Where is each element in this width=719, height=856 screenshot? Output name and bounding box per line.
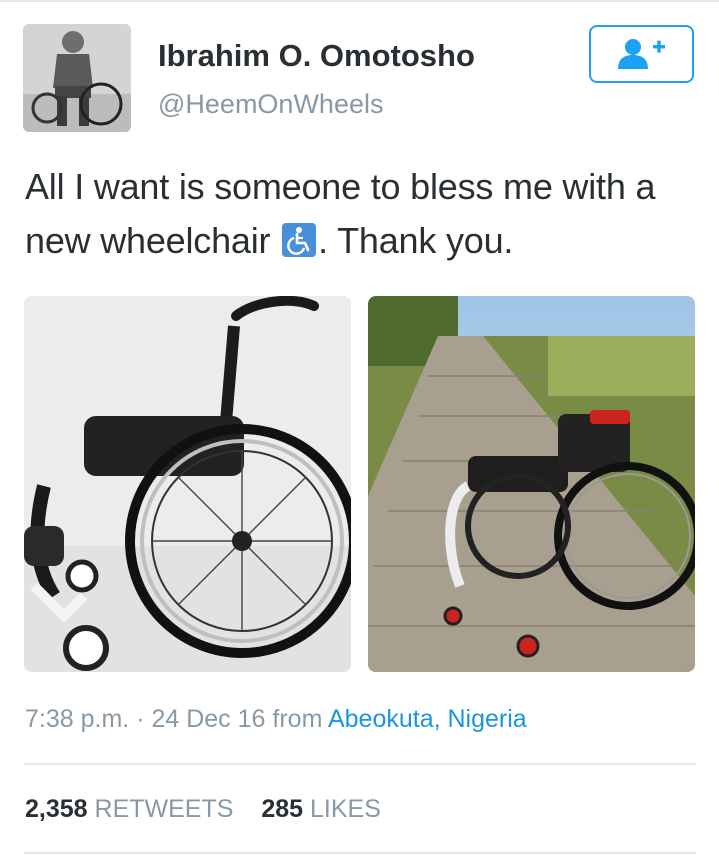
meta-separator: ·	[136, 705, 145, 733]
user-handle[interactable]: @HeemOnWheels	[158, 89, 383, 120]
likes-label[interactable]: LIKES	[310, 795, 381, 823]
likes-count[interactable]: 285	[261, 795, 303, 823]
avatar[interactable]	[23, 24, 131, 132]
from-label: from	[272, 705, 323, 733]
tweet-meta: 7:38 p.m. · 24 Dec 16 from Abeokuta, Nig…	[25, 705, 527, 734]
tweet-time[interactable]: 7:38 p.m.	[25, 705, 129, 733]
tweet-photo-1[interactable]	[24, 296, 351, 672]
top-divider	[0, 0, 719, 2]
wheelchair-symbol-icon	[282, 218, 317, 257]
stats-divider-bottom	[24, 852, 696, 854]
tweet-stats: 2,358 RETWEETS 285 LIKES	[25, 795, 381, 824]
avatar-photo	[23, 24, 131, 132]
tweet-location-link[interactable]: Abeokuta, Nigeria	[328, 705, 527, 733]
wheelchair-studio-photo	[24, 296, 351, 672]
retweets-label[interactable]: RETWEETS	[95, 795, 234, 823]
follow-button[interactable]	[589, 25, 694, 83]
add-user-icon	[617, 39, 665, 69]
retweets-count[interactable]: 2,358	[25, 795, 88, 823]
tweet-text: All I want is someone to bless me with a…	[25, 160, 705, 268]
tweet-text-end: . Thank you.	[318, 220, 514, 261]
tweet-photo-2[interactable]	[368, 296, 695, 672]
display-name[interactable]: Ibrahim O. Omotosho	[158, 38, 475, 74]
wheelchair-boardwalk-photo	[368, 296, 695, 672]
stats-divider-top	[24, 763, 696, 765]
tweet-date[interactable]: 24 Dec 16	[151, 705, 265, 733]
